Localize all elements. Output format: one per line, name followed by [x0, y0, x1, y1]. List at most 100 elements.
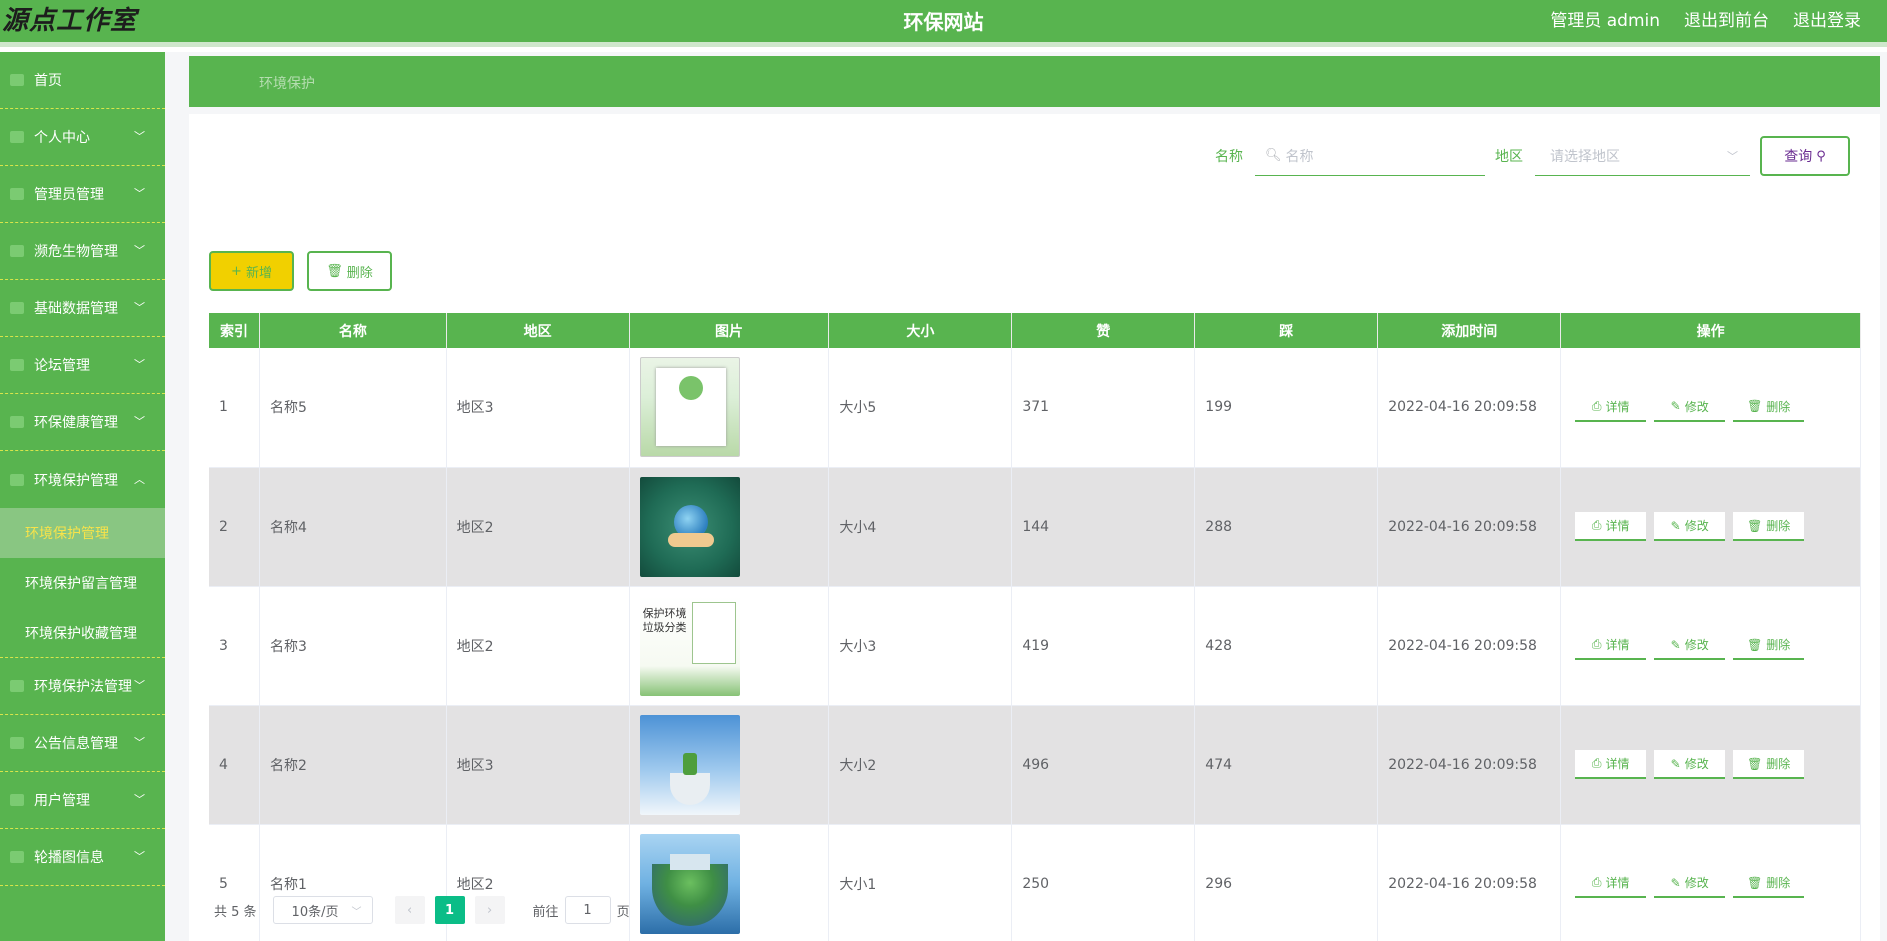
- column-header[interactable]: 名称: [259, 313, 447, 348]
- sidebar-item-env-protection[interactable]: 环境保护管理 ︿: [0, 451, 165, 508]
- edit-button[interactable]: ✎ 修改: [1654, 750, 1726, 779]
- sidebar-item-env-law[interactable]: 环境保护法管理 ﹀: [0, 658, 165, 715]
- prev-page-button[interactable]: ‹: [394, 896, 425, 924]
- eggshell-plant-image[interactable]: [639, 714, 740, 815]
- table-row[interactable]: 3 名称3 地区2 保护环境 垃圾分类 大小3 419 428 2022-04-1…: [209, 586, 1861, 706]
- delete-button[interactable]: 🗑︎ 删除: [1733, 750, 1805, 779]
- detail-button[interactable]: ⎙ 详情: [1575, 869, 1647, 898]
- sidebar-item-notices[interactable]: 公告信息管理 ﹀: [0, 715, 165, 772]
- cell-index: 2: [209, 467, 261, 587]
- delete-button[interactable]: 🗑︎ 删除: [1733, 392, 1805, 422]
- column-header[interactable]: 踩: [1194, 313, 1379, 348]
- sidebar-item-personal-center[interactable]: 个人中心 ﹀: [0, 109, 165, 166]
- delete-label: 删除: [346, 265, 373, 281]
- region-select[interactable]: 请选择地区 ﹀: [1535, 136, 1750, 176]
- delete-button[interactable]: 🗑︎ 删除: [1733, 631, 1805, 660]
- trash-icon: 🗑︎: [1747, 875, 1763, 890]
- page-number-button[interactable]: 1: [434, 896, 465, 924]
- name-search-input[interactable]: 🔍︎ 名称: [1255, 136, 1485, 176]
- chevron-right-icon: ›: [486, 902, 493, 918]
- column-header[interactable]: 索引: [209, 313, 261, 348]
- edit-button[interactable]: ✎ 修改: [1654, 392, 1726, 422]
- cell-time: 2022-04-16 20:09:58: [1377, 586, 1562, 706]
- cell-likes: 144: [1011, 467, 1196, 587]
- sidebar-item-label: 论坛管理: [34, 358, 90, 374]
- chevron-down-icon: ﹀: [134, 736, 145, 750]
- floating-earth-image[interactable]: [639, 833, 740, 934]
- sidebar-item-endangered-species[interactable]: 濒危生物管理 ﹀: [0, 223, 165, 280]
- delete-label: 删除: [1766, 876, 1791, 890]
- edit-button[interactable]: ✎ 修改: [1654, 869, 1726, 898]
- name-placeholder: 名称: [1285, 148, 1314, 165]
- column-header[interactable]: 赞: [1011, 313, 1196, 348]
- table-row[interactable]: 1 名称5 地区3 大小5 371 199 2022-04-16 20:09:5…: [209, 348, 1861, 468]
- delete-label: 删除: [1766, 757, 1791, 771]
- detail-button[interactable]: ⎙ 详情: [1575, 512, 1647, 541]
- column-header[interactable]: 操作: [1560, 313, 1861, 348]
- table-row[interactable]: 2 名称4 地区2 大小4 144 288 2022-04-16 20:09:5…: [209, 467, 1861, 587]
- sidebar-item-users[interactable]: 用户管理 ﹀: [0, 772, 165, 829]
- pagination: 共 5 条 10条/页 ﹀ ‹ 1 › 前往 1 页: [214, 896, 630, 924]
- chevron-down-icon: ﹀: [134, 301, 145, 315]
- delete-button[interactable]: 🗑︎ 删除: [1733, 512, 1805, 541]
- garbage-sorting-poster-image[interactable]: 保护环境 垃圾分类: [639, 595, 740, 696]
- list-icon: [10, 416, 24, 428]
- data-table: 索引 名称 地区 图片 大小 赞 踩 添加时间 操作 1 名称5 地区3 大小5…: [209, 313, 1861, 941]
- column-header[interactable]: 地区: [446, 313, 630, 348]
- sidebar-item-carousel[interactable]: 轮播图信息 ﹀: [0, 829, 165, 886]
- detail-button[interactable]: ⎙ 详情: [1575, 392, 1647, 422]
- sidebar-item-admin-manage[interactable]: 管理员管理 ﹀: [0, 166, 165, 223]
- earth-hands-image[interactable]: [639, 476, 740, 577]
- poster-text: 保护环境 垃圾分类: [642, 606, 687, 634]
- query-button[interactable]: 查询 ⚲: [1760, 136, 1850, 176]
- sidebar: 首页 个人中心 ﹀ 管理员管理 ﹀ 濒危生物管理 ﹀ 基础数据管理 ﹀ 论坛管理…: [0, 52, 165, 941]
- cell-region: 地区2: [446, 586, 630, 706]
- add-button[interactable]: + 新增: [209, 251, 294, 291]
- page-size-select[interactable]: 10条/页 ﹀: [272, 896, 373, 924]
- edit-button[interactable]: ✎ 修改: [1654, 512, 1726, 541]
- batch-delete-button[interactable]: 🗑︎ 删除: [307, 251, 392, 291]
- document-icon: ⎙: [1591, 875, 1602, 889]
- environment-poster-image[interactable]: [639, 357, 740, 458]
- breadcrumb[interactable]: 环境保护: [259, 73, 315, 93]
- delete-button[interactable]: 🗑︎ 删除: [1733, 869, 1805, 898]
- submenu-item-env-favorites[interactable]: 环境保护收藏管理: [0, 608, 165, 658]
- cell-region: 地区3: [446, 705, 630, 825]
- cell-likes: 250: [1011, 824, 1196, 941]
- exit-to-frontend-link[interactable]: 退出到前台: [1684, 6, 1769, 31]
- cell-name: 名称3: [259, 586, 447, 706]
- sidebar-item-eco-health[interactable]: 环保健康管理 ﹀: [0, 394, 165, 451]
- chevron-up-icon: ︿: [134, 472, 145, 486]
- cell-likes: 496: [1011, 705, 1196, 825]
- sidebar-item-home[interactable]: 首页: [0, 52, 165, 109]
- table-row[interactable]: 4 名称2 地区3 大小2 496 474 2022-04-16 20:09:5…: [209, 705, 1861, 825]
- submenu-item-env-messages[interactable]: 环境保护留言管理: [0, 558, 165, 608]
- chevron-down-icon: ﹀: [134, 793, 145, 807]
- chevron-down-icon: ﹀: [134, 130, 145, 144]
- column-header[interactable]: 添加时间: [1377, 313, 1562, 348]
- admin-label: 管理员 admin: [1550, 11, 1660, 31]
- document-icon: ⎙: [1591, 398, 1602, 413]
- edit-button[interactable]: ✎ 修改: [1654, 631, 1726, 660]
- cell-actions: ⎙ 详情 ✎ 修改 🗑︎ 删除: [1560, 586, 1861, 706]
- sidebar-item-basic-data[interactable]: 基础数据管理 ﹀: [0, 280, 165, 337]
- sidebar-item-label: 个人中心: [34, 130, 90, 146]
- chevron-down-icon: ﹀: [134, 358, 145, 372]
- sidebar-item-forum[interactable]: 论坛管理 ﹀: [0, 337, 165, 394]
- detail-button[interactable]: ⎙ 详情: [1575, 750, 1647, 779]
- logout-link[interactable]: 退出登录: [1793, 6, 1861, 31]
- column-header[interactable]: 大小: [828, 313, 1013, 348]
- next-page-button[interactable]: ›: [474, 896, 505, 924]
- cell-dislikes: 199: [1194, 348, 1379, 468]
- column-header[interactable]: 图片: [629, 313, 830, 348]
- cell-time: 2022-04-16 20:09:58: [1377, 705, 1562, 825]
- cell-image: 保护环境 垃圾分类: [629, 586, 830, 706]
- admin-icon: [10, 188, 24, 200]
- cell-size: 大小1: [828, 824, 1013, 941]
- pencil-icon: ✎: [1670, 399, 1681, 414]
- submenu-item-env-protection[interactable]: 环境保护管理: [0, 508, 165, 558]
- detail-button[interactable]: ⎙ 详情: [1575, 631, 1647, 660]
- law-icon: [10, 680, 24, 692]
- pencil-icon: ✎: [1670, 756, 1681, 771]
- goto-page-input[interactable]: 1: [564, 896, 611, 924]
